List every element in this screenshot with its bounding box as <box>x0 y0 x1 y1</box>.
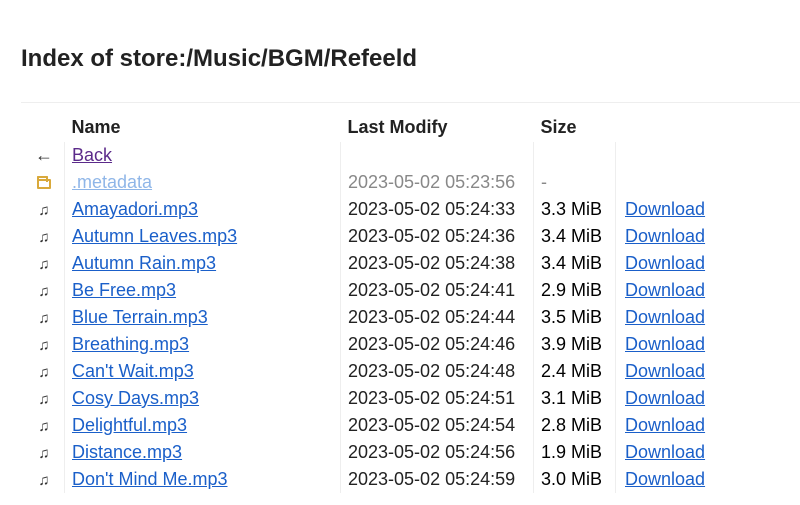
file-size: 2.8 MiB <box>533 412 616 439</box>
download-link[interactable]: Download <box>625 280 705 300</box>
table-row: ♫ Don't Mind Me.mp3 2023-05-02 05:24:59 3.0… <box>24 466 706 493</box>
download-link[interactable]: Download <box>625 226 705 246</box>
file-size: 1.9 MiB <box>533 439 616 466</box>
table-row: ♫ Be Free.mp3 2023-05-02 05:24:41 2.9 MiB Do… <box>24 277 706 304</box>
music-note-icon: ♫ <box>38 202 50 219</box>
download-link[interactable]: Download <box>625 199 705 219</box>
table-row: ♫ Can't Wait.mp3 2023-05-02 05:24:48 2.4 Mi… <box>24 358 706 385</box>
download-link[interactable]: Download <box>625 253 705 273</box>
file-size: 3.1 MiB <box>533 385 616 412</box>
download-link[interactable]: Download <box>625 469 705 489</box>
download-link[interactable]: Download <box>625 388 705 408</box>
file-link[interactable]: Autumn Rain.mp3 <box>72 253 216 273</box>
header-name[interactable]: Name <box>65 113 341 142</box>
back-link[interactable]: Back <box>72 145 112 165</box>
music-note-icon: ♫ <box>38 391 50 408</box>
header-actions <box>616 113 706 142</box>
file-modified: 2023-05-02 05:24:54 <box>340 412 534 439</box>
header-last-modify[interactable]: Last Modify <box>341 113 534 142</box>
file-link[interactable]: Blue Terrain.mp3 <box>72 307 208 327</box>
file-modified: 2023-05-02 05:24:51 <box>340 385 534 412</box>
file-link[interactable]: Can't Wait.mp3 <box>72 361 194 381</box>
file-link[interactable]: Don't Mind Me.mp3 <box>72 469 228 489</box>
file-modified: 2023-05-02 05:24:41 <box>340 277 534 304</box>
table-row: ♫ Blue Terrain.mp3 2023-05-02 05:24:44 3.5 … <box>24 304 706 331</box>
folder-size: - <box>533 169 616 196</box>
music-note-icon: ♫ <box>38 256 50 273</box>
file-size: 3.9 MiB <box>533 331 616 358</box>
music-note-icon: ♫ <box>38 310 50 327</box>
table-row: ♫ Autumn Rain.mp3 2023-05-02 05:24:38 3.4 M… <box>24 250 706 277</box>
table-row: ♫ Amayadori.mp3 2023-05-02 05:24:33 3.3 MiB… <box>24 196 706 223</box>
file-size: 3.0 MiB <box>533 466 616 493</box>
file-size: 3.3 MiB <box>533 196 616 223</box>
file-link[interactable]: Distance.mp3 <box>72 442 182 462</box>
table-row: ♫ Autumn Leaves.mp3 2023-05-02 05:24:36 3.4… <box>24 223 706 250</box>
divider <box>21 102 800 103</box>
download-link[interactable]: Download <box>625 334 705 354</box>
file-link[interactable]: Cosy Days.mp3 <box>72 388 199 408</box>
file-size: 2.9 MiB <box>533 277 616 304</box>
header-size[interactable]: Size <box>534 113 616 142</box>
file-size: 2.4 MiB <box>533 358 616 385</box>
music-note-icon: ♫ <box>38 472 50 489</box>
file-modified: 2023-05-02 05:24:46 <box>340 331 534 358</box>
file-modified: 2023-05-02 05:24:38 <box>340 250 534 277</box>
download-link[interactable]: Download <box>625 307 705 327</box>
folder-modified: 2023-05-02 05:23:56 <box>340 169 534 196</box>
download-link[interactable]: Download <box>625 442 705 462</box>
folder-link[interactable]: .metadata <box>72 172 152 192</box>
table-row: ♫ Distance.mp3 2023-05-02 05:24:56 1.9 MiB D… <box>24 439 706 466</box>
file-modified: 2023-05-02 05:24:48 <box>340 358 534 385</box>
file-link[interactable]: Breathing.mp3 <box>72 334 189 354</box>
music-note-icon: ♫ <box>38 337 50 354</box>
back-arrow-icon: ← <box>35 145 53 165</box>
file-link[interactable]: Delightful.mp3 <box>72 415 187 435</box>
page-title: Index of store:/Music/BGM/Refeeld <box>21 45 418 72</box>
file-modified: 2023-05-02 05:24:33 <box>340 196 534 223</box>
table-row: ♫ Delightful.mp3 2023-05-02 05:24:54 2.8 Mi… <box>24 412 706 439</box>
file-modified: 2023-05-02 05:24:59 <box>340 466 534 493</box>
file-size: 3.5 MiB <box>533 304 616 331</box>
music-note-icon: ♫ <box>38 445 50 462</box>
music-note-icon: ♫ <box>38 229 50 246</box>
file-link[interactable]: Amayadori.mp3 <box>72 199 198 219</box>
file-modified: 2023-05-02 05:24:36 <box>340 223 534 250</box>
music-note-icon: ♫ <box>38 364 50 381</box>
music-note-icon: ♫ <box>38 283 50 300</box>
download-link[interactable]: Download <box>625 361 705 381</box>
file-size: 3.4 MiB <box>533 223 616 250</box>
table-row: ♫ Cosy Days.mp3 2023-05-02 05:24:51 3.1 MiB… <box>24 385 706 412</box>
folder-icon <box>37 176 51 189</box>
table-header-row: Name Last Modify Size <box>24 113 705 142</box>
download-link[interactable]: Download <box>625 415 705 435</box>
file-size: 3.4 MiB <box>533 250 616 277</box>
file-link[interactable]: Be Free.mp3 <box>72 280 176 300</box>
folder-row: .metadata 2023-05-02 05:23:56 - <box>24 169 706 196</box>
file-modified: 2023-05-02 05:24:44 <box>340 304 534 331</box>
file-link[interactable]: Autumn Leaves.mp3 <box>72 226 237 246</box>
header-icon-column <box>24 113 65 142</box>
file-table: Name Last Modify Size ← Back .metadata 2… <box>24 113 706 493</box>
back-row: ← Back <box>24 142 706 169</box>
music-note-icon: ♫ <box>38 418 50 435</box>
table-row: ♫ Breathing.mp3 2023-05-02 05:24:46 3.9 MiB… <box>24 331 706 358</box>
file-modified: 2023-05-02 05:24:56 <box>340 439 534 466</box>
